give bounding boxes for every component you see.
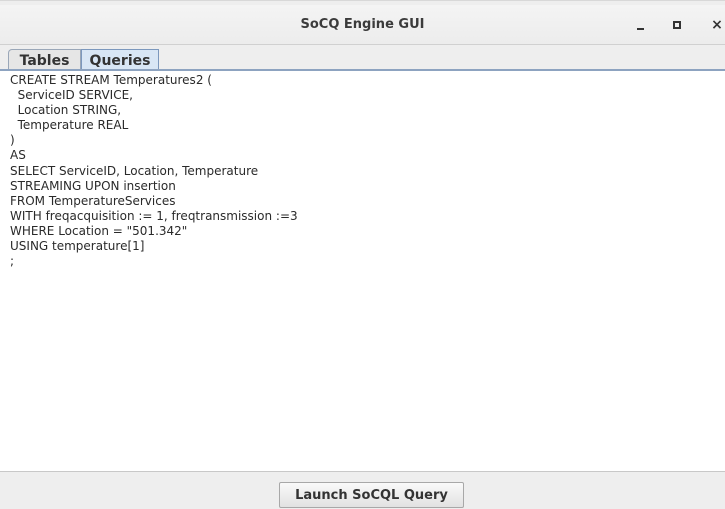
tab-strip: Tables Queries (0, 45, 725, 71)
launch-query-button[interactable]: Launch SoCQL Query (279, 482, 464, 508)
minimize-button[interactable] (628, 13, 652, 37)
close-button[interactable]: × (705, 13, 725, 37)
maximize-icon (673, 21, 681, 29)
query-editor[interactable]: CREATE STREAM Temperatures2 ( ServiceID … (0, 71, 725, 472)
app-window: SoCQ Engine GUI × Tables Queries CREATE … (0, 0, 725, 509)
window-title: SoCQ Engine GUI (300, 17, 425, 32)
title-bar[interactable]: SoCQ Engine GUI × (0, 5, 725, 45)
query-text[interactable]: CREATE STREAM Temperatures2 ( ServiceID … (10, 73, 725, 269)
bottom-bar: Launch SoCQL Query (0, 473, 725, 509)
tab-queries[interactable]: Queries (81, 49, 159, 71)
minimize-icon (636, 28, 644, 30)
maximize-button[interactable] (665, 13, 689, 37)
tab-tables[interactable]: Tables (8, 49, 81, 71)
close-icon: × (711, 17, 723, 33)
